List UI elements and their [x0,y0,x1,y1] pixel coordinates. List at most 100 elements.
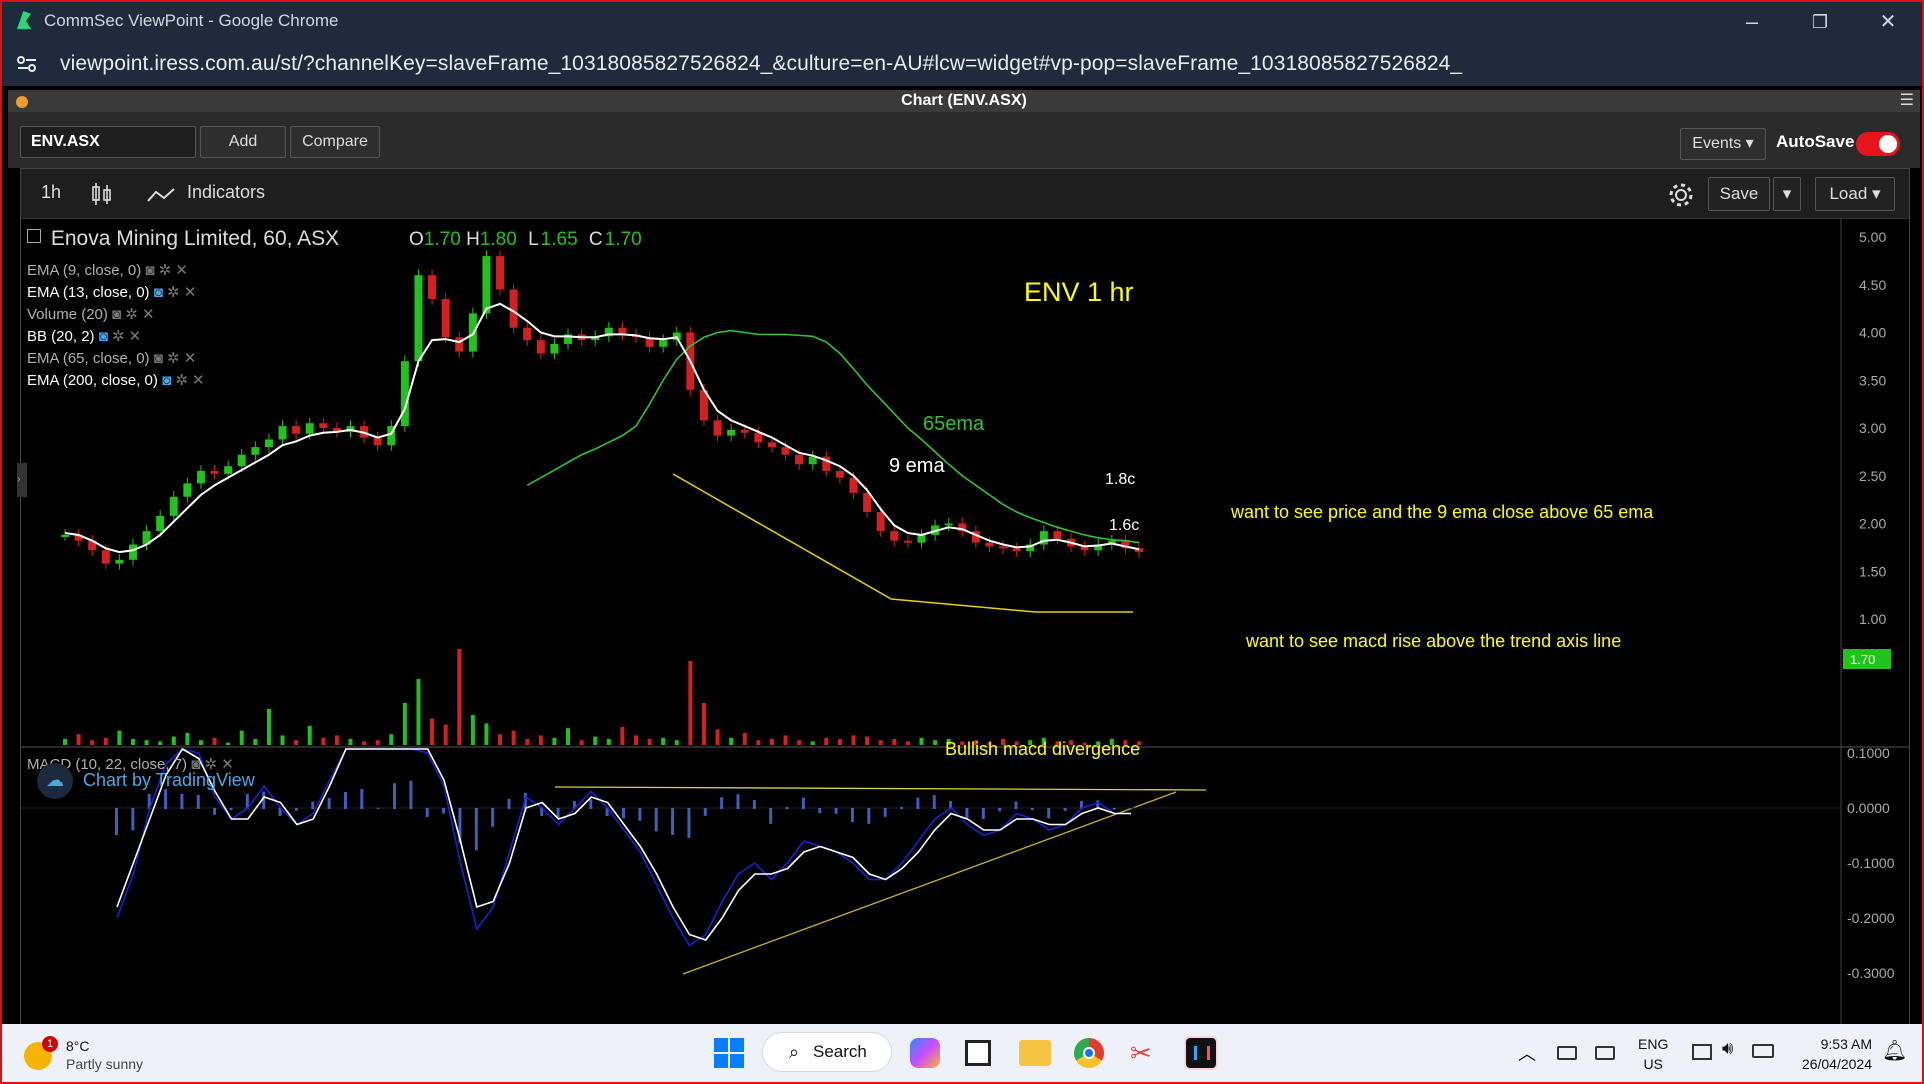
window-title: CommSec ViewPoint - Google Chrome [44,11,339,30]
macd-hist-bar [409,780,413,809]
price-tick: 3.50 [1859,372,1886,388]
study-ema9[interactable]: EMA (9, close, 0) ◙ ✲ ✕ [27,261,927,283]
copilot-icon[interactable] [910,1038,940,1068]
volume-bar [402,703,407,745]
tradingview-logo-icon: ☁ [37,763,73,799]
close-button[interactable]: ✕ [1870,7,1906,37]
touchpad-icon[interactable] [1595,1046,1615,1060]
chart-plot-area[interactable]: 5.00 4.50 4.00 3.50 3.00 2.50 2.00 1.50 1.00 0.1… [17,219,1909,1026]
start-button[interactable] [714,1038,744,1068]
notification-bell-icon[interactable]: 🔔︎ [1882,1038,1907,1063]
search-icon: ⌕ [789,1042,800,1062]
load-dropdown[interactable]: Load ▾ [1815,177,1895,211]
candle-style-icon[interactable] [91,182,113,206]
macd-axis-trendline [554,786,1207,791]
compare-button[interactable]: Compare [290,126,380,158]
restore-button[interactable]: ❐ [1802,7,1838,37]
annotation-support: 1.6c [1109,517,1140,534]
candle [156,515,165,532]
hamburger-menu-icon[interactable]: ☰ [1900,90,1914,112]
volume-bar [525,739,530,745]
volume-bar [905,741,910,745]
collapse-legend-icon[interactable] [27,229,41,243]
volume-bar [756,740,761,745]
clock[interactable]: 9:53 AM 26/04/2024 [1792,1034,1872,1074]
minimize-button[interactable]: – [1734,7,1770,37]
volume-bar [103,737,108,745]
macd-tick: -0.3000 [1847,965,1895,981]
macd-signal-line [116,747,1131,941]
volume-bar [144,740,149,745]
volume-bar [389,734,394,745]
volume-bar [253,739,258,745]
volume-bar [919,737,924,745]
volume-bar [620,727,625,745]
ohlc-close-value: 1.70 [604,229,642,250]
price-tick: 5.00 [1859,229,1886,245]
candle [169,496,178,516]
battery-icon[interactable] [1752,1044,1774,1058]
candle [876,512,885,532]
volume-bar [647,739,652,745]
volume-bar [633,735,638,745]
tradingview-app-icon[interactable] [1184,1036,1218,1070]
candle [183,483,192,497]
candle [224,466,233,474]
file-explorer-icon[interactable] [1019,1040,1051,1066]
network-icon[interactable] [1692,1044,1712,1060]
add-button[interactable]: Add [200,126,286,158]
volume-bar [865,736,870,745]
price-tick: 2.00 [1859,516,1886,532]
macd-divergence-trendline [682,791,1177,975]
url-text[interactable]: viewpoint.iress.com.au/st/?channelKey=sl… [60,52,1462,76]
study-icons: ◙ ✲ ✕ [145,262,188,279]
volume-bar [579,740,584,745]
macd-hist-bar [867,808,871,824]
indicators-button[interactable]: Indicators [187,182,265,203]
save-menu-button[interactable]: ▾ [1773,177,1801,211]
study-volume[interactable]: Volume (20) ◙ ✲ ✕ [27,305,927,327]
volume-bar [158,741,163,745]
language-indicator[interactable]: ENG US [1638,1034,1668,1074]
weather-widget[interactable]: 1 8°C Partly sunny [24,1036,174,1076]
tray-overflow-icon[interactable]: ︿ [1518,1040,1536,1066]
collapse-side-tab[interactable]: › [17,463,27,497]
candle [740,429,749,433]
candle [917,534,926,543]
interval-selector[interactable]: 1h [41,182,61,203]
volume-bar [185,733,190,745]
candle [251,447,260,455]
symbol-input[interactable]: ENV.ASX [20,126,196,158]
taskbar-search[interactable]: ⌕ Search [762,1032,892,1072]
chrome-icon[interactable] [1074,1038,1104,1068]
macd-hist-bar [801,797,805,809]
macd-hist-bar [785,807,789,809]
volume-icon[interactable]: 🔊︎ [1722,1038,1733,1059]
volume-bar [878,740,883,745]
tradingview-branding[interactable]: ☁ Chart by TradingView [37,763,255,799]
study-bb[interactable]: BB (20, 2) ◙ ✲ ✕ [27,327,927,349]
settings-gear-icon[interactable] [1667,181,1695,209]
save-button[interactable]: Save [1708,177,1770,211]
volume-bar [538,735,543,745]
study-ema65[interactable]: EMA (65, close, 0) ◙ ✲ ✕ [27,349,927,371]
macd-hist-bar [916,797,920,809]
chart-legend: Enova Mining Limited, 60, ASX O1.70 H1.8… [27,227,927,393]
price-tick: 1.50 [1859,563,1886,579]
macd-hist-bar [736,794,740,809]
macd-hist-bar [376,807,380,809]
macd-tick: -0.1000 [1847,855,1895,871]
task-view-icon[interactable] [965,1040,991,1066]
autosave-toggle[interactable] [1856,132,1900,156]
site-settings-icon[interactable] [16,54,38,74]
keyboard-icon[interactable] [1557,1046,1577,1060]
volume-bar [171,736,176,745]
events-dropdown[interactable]: Events ▾ [1680,128,1766,160]
volume-bar [769,739,774,745]
screen: CommSec ViewPoint - Google Chrome – ❐ ✕ … [0,0,1924,1084]
candle [101,550,110,564]
study-ema200[interactable]: EMA (200, close, 0) ◙ ✲ ✕ [27,371,927,393]
snipping-tool-icon[interactable]: ✂ [1130,1038,1160,1068]
study-ema13[interactable]: EMA (13, close, 0) ◙ ✲ ✕ [27,283,927,305]
base-trendline-left [890,598,1036,613]
